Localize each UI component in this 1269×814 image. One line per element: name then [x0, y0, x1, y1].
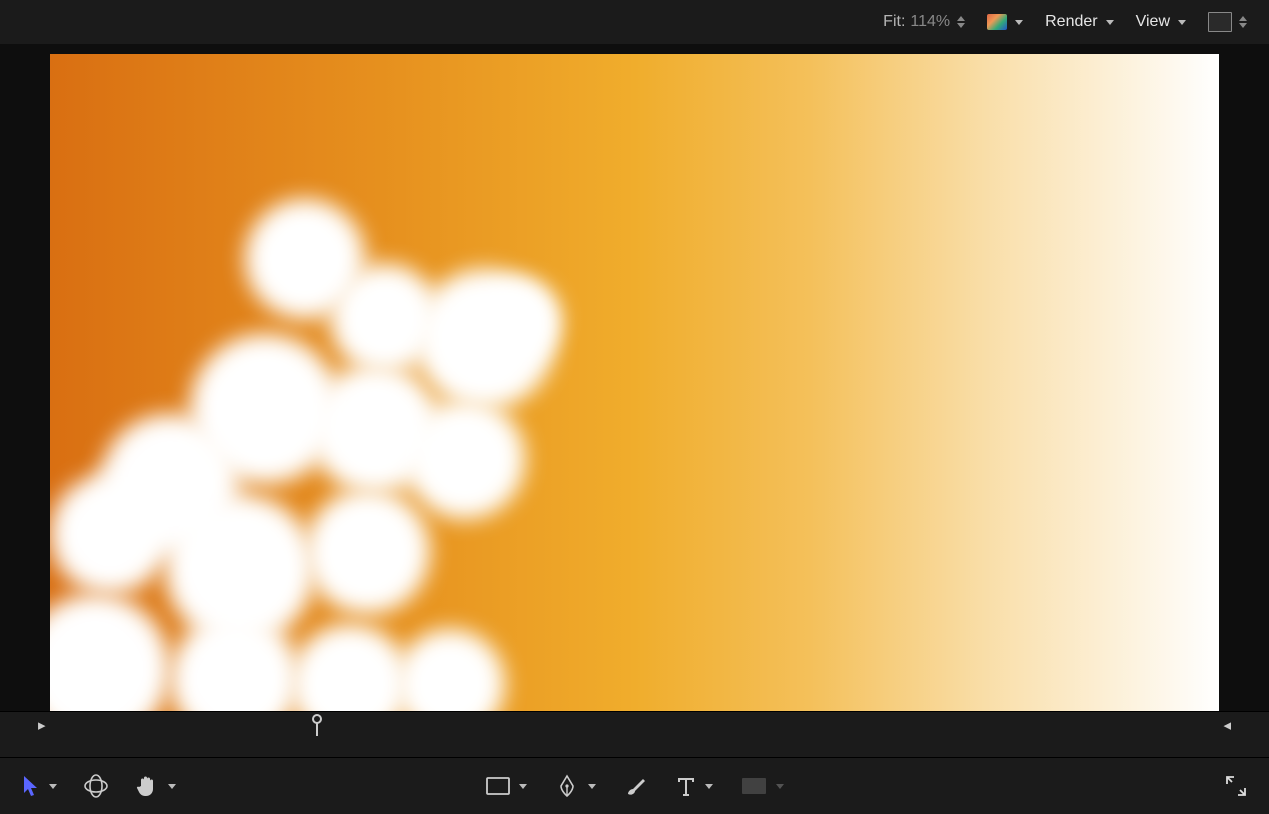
pen-nib-icon — [555, 774, 579, 798]
chevron-down-icon — [705, 784, 713, 789]
stepper-icon — [1239, 16, 1247, 28]
mask-rect-icon — [741, 777, 767, 795]
color-channels-menu[interactable] — [987, 14, 1023, 30]
rectangle-shape-tool[interactable] — [486, 777, 527, 795]
chevron-down-icon — [168, 784, 176, 789]
viewer-layout-menu[interactable] — [1208, 12, 1247, 32]
playhead-stem-icon — [316, 722, 318, 736]
chevron-down-icon — [519, 784, 527, 789]
fit-value: 114% — [910, 13, 950, 31]
out-point-icon[interactable]: ◂ — [1223, 716, 1231, 734]
chevron-down-icon — [1015, 20, 1023, 25]
expand-icon — [1225, 775, 1247, 797]
arrow-cursor-icon — [22, 775, 40, 797]
in-point-icon[interactable]: ▸ — [38, 716, 46, 734]
chevron-down-icon — [49, 784, 57, 789]
paint-brush-tool[interactable] — [624, 774, 648, 798]
chevron-down-icon — [1178, 20, 1186, 25]
hand-icon — [135, 774, 159, 798]
canvas[interactable] — [50, 54, 1219, 712]
tool-group-right — [1225, 775, 1247, 797]
fit-label: Fit: — [883, 13, 905, 31]
render-label: Render — [1045, 13, 1097, 31]
brush-icon — [624, 774, 648, 798]
viewer-top-bar: Fit: 114% Render View — [0, 0, 1269, 45]
text-t-icon — [676, 775, 696, 797]
tool-group-left — [22, 774, 176, 798]
chevron-down-icon — [1106, 20, 1114, 25]
color-channels-icon — [987, 14, 1007, 30]
stepper-icon — [957, 16, 965, 28]
mini-timeline-track[interactable]: ▸ ◂ — [38, 712, 1231, 758]
orbit-icon — [83, 774, 109, 798]
viewer-area — [0, 44, 1269, 712]
orbit-3d-tool[interactable] — [83, 774, 109, 798]
text-tool[interactable] — [676, 775, 713, 797]
layout-single-icon — [1208, 12, 1232, 32]
expand-fullscreen-button[interactable] — [1225, 775, 1247, 797]
select-tool[interactable] — [22, 775, 57, 797]
chevron-down-icon — [776, 784, 784, 789]
mask-tool[interactable] — [741, 777, 784, 795]
pen-bezier-tool[interactable] — [555, 774, 596, 798]
rectangle-icon — [486, 777, 510, 795]
view-menu[interactable]: View — [1136, 13, 1186, 31]
playhead[interactable] — [312, 714, 322, 736]
chevron-down-icon — [588, 784, 596, 789]
render-menu[interactable]: Render — [1045, 13, 1113, 31]
fit-zoom-control[interactable]: Fit: 114% — [883, 13, 965, 31]
view-label: View — [1136, 13, 1170, 31]
pan-hand-tool[interactable] — [135, 774, 176, 798]
mini-timeline[interactable]: ▸ ◂ — [0, 711, 1269, 758]
tool-group-center — [486, 774, 784, 798]
tool-bar — [0, 757, 1269, 814]
